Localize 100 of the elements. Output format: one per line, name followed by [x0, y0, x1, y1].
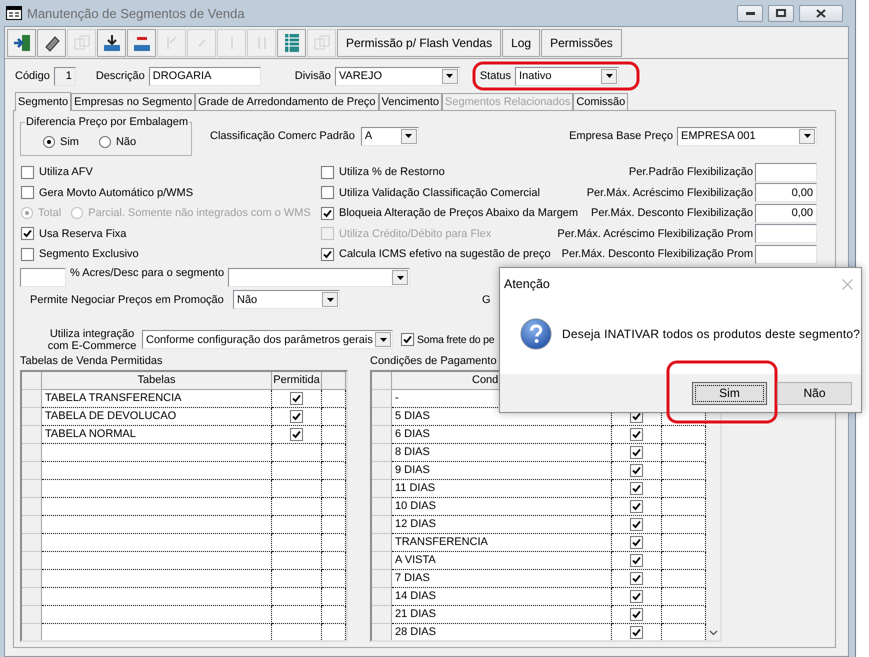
checkbox[interactable]	[290, 428, 303, 440]
last-icon	[258, 36, 266, 50]
table-cell: 8 DIAS	[392, 444, 612, 462]
window-title: Manutenção de Segmentos de Venda	[27, 6, 246, 20]
maximize-button[interactable]	[768, 4, 794, 22]
table-cell: 7 DIAS	[392, 570, 612, 588]
checkbox-label: Bloqueia Alteração de Preços Abaixo da Margem	[339, 207, 578, 220]
checkbox[interactable]	[630, 518, 643, 530]
field-label: Classificação Comerc Padrão	[210, 130, 355, 142]
table-cell: 9 DIAS	[392, 462, 612, 480]
first-icon	[166, 36, 176, 50]
field-label: Per.Máx. Desconto Flexibilização	[590, 207, 753, 220]
field-label: Status	[480, 70, 512, 82]
adjustment-select[interactable]	[228, 268, 410, 287]
field-label: Código	[15, 70, 50, 82]
scroll-down-icon[interactable]	[708, 630, 718, 636]
percent-field[interactable]: 0,00	[755, 183, 817, 202]
percent-field[interactable]	[20, 268, 66, 287]
checkbox-label: Soma frete do pe	[417, 334, 494, 346]
checkbox[interactable]	[21, 186, 34, 200]
field-label: Per.Padrão Flexibilização	[628, 166, 753, 178]
close-button[interactable]	[799, 4, 843, 22]
checkbox[interactable]	[630, 626, 643, 638]
checkbox[interactable]	[630, 500, 643, 512]
tab[interactable]: Grade de Arredondamento de Preço	[195, 93, 379, 110]
percent-field[interactable]	[755, 162, 817, 182]
checkbox[interactable]	[21, 227, 34, 240]
field-label: Divisão	[294, 70, 331, 82]
checkbox[interactable]	[630, 446, 643, 458]
checkbox[interactable]	[321, 206, 334, 220]
minimize-icon	[746, 12, 754, 14]
table-cell: TRANSFERENCIA	[392, 534, 612, 552]
ecommerce-select[interactable]: Conforme configuração dos parâmetros gerais	[142, 330, 393, 349]
description-field[interactable]: DROGARIA	[148, 66, 261, 86]
toolbar-text-button[interactable]: Log	[502, 28, 540, 56]
toolbar-button[interactable]	[7, 28, 36, 56]
percent-field[interactable]	[755, 224, 817, 244]
checkbox[interactable]	[630, 590, 643, 602]
tray-arrow-icon	[102, 32, 122, 52]
checkbox-label: Gera Movto Automático p/WMS	[39, 186, 194, 199]
toolbar-button[interactable]	[37, 28, 66, 56]
checkbox[interactable]	[321, 248, 334, 261]
checkbox[interactable]	[21, 248, 34, 261]
table-title: Condições de Pagamento	[370, 354, 498, 366]
checkbox[interactable]	[21, 166, 34, 179]
minimize-button[interactable]	[737, 4, 763, 22]
column-header: Tabelas	[42, 372, 272, 390]
classification-select[interactable]: A	[360, 126, 419, 146]
table-cell: 14 DIAS	[392, 588, 612, 606]
checkbox[interactable]	[630, 608, 643, 620]
group-title: Diferencia Preço por Embalagem	[25, 116, 190, 128]
dialog-button[interactable]: Sim	[692, 382, 767, 404]
percent-field[interactable]: 0,00	[755, 204, 817, 223]
checkbox[interactable]	[630, 482, 643, 494]
checkbox[interactable]	[321, 186, 334, 200]
checkbox[interactable]	[630, 464, 643, 476]
dialog-button[interactable]: Não	[777, 382, 852, 404]
radio-button[interactable]	[43, 136, 55, 148]
tab[interactable]: Comissão	[573, 93, 628, 110]
question-icon	[520, 318, 552, 350]
table-cell: TABELA DE DEVOLUCAO	[42, 408, 272, 426]
table-cell: 21 DIAS	[392, 606, 612, 624]
field-label: Per.Máx. Acréscimo Flexibilização	[586, 186, 753, 199]
field-label: Descrição	[96, 70, 145, 82]
toolbar-button[interactable]	[97, 28, 126, 56]
pages-icon	[72, 32, 92, 52]
checkbox[interactable]	[630, 554, 643, 566]
checkbox[interactable]	[630, 428, 643, 440]
option-label: Sim	[60, 136, 79, 148]
toolbar-text-button[interactable]: Permissões	[541, 28, 622, 56]
checkbox-label: Utiliza % de Restorno	[339, 166, 445, 178]
tab[interactable]: Empresas no Segmento	[71, 93, 196, 110]
checkbox[interactable]	[630, 572, 643, 584]
checkbox[interactable]	[321, 166, 334, 179]
checkbox[interactable]	[401, 333, 414, 346]
field-label: Utiliza integração com E-Commerce	[46, 328, 138, 352]
checkbox[interactable]	[630, 536, 643, 548]
pages-icon	[312, 32, 332, 52]
checkbox-label: Utiliza Crédito/Débito para Flex	[339, 228, 492, 240]
promotion-select[interactable]: Não	[233, 290, 340, 309]
company-select[interactable]: EMPRESA 001	[677, 126, 817, 146]
percent-field[interactable]	[755, 244, 817, 264]
table-cell: 6 DIAS	[392, 426, 612, 444]
checkbox[interactable]	[290, 410, 303, 422]
dialog-title: Atenção	[504, 277, 551, 291]
door-arrow-icon	[12, 32, 32, 52]
field-label: Per.Máx. Desconto Flexibilização Prom	[562, 248, 753, 260]
table-title: Tabelas de Venda Permitidas	[20, 354, 164, 366]
checkbox-label: Utiliza AFV	[39, 166, 93, 178]
tab[interactable]: Segmento	[15, 92, 72, 111]
checkbox[interactable]	[290, 392, 303, 404]
status-select[interactable]: Inativo	[515, 66, 620, 86]
code-field[interactable]: 1	[54, 66, 76, 86]
radio-button[interactable]	[98, 136, 111, 148]
option-label: Não	[116, 136, 136, 148]
division-select[interactable]: VAREJO	[334, 66, 460, 86]
checkbox-label: Utiliza Validação Classificação Comercial	[339, 186, 540, 199]
toolbar-text-button[interactable]: Permissão p/ Flash Vendas	[337, 28, 502, 56]
tab[interactable]: Vencimento	[378, 93, 442, 110]
checkbox-label: Usa Reserva Fixa	[39, 228, 126, 240]
